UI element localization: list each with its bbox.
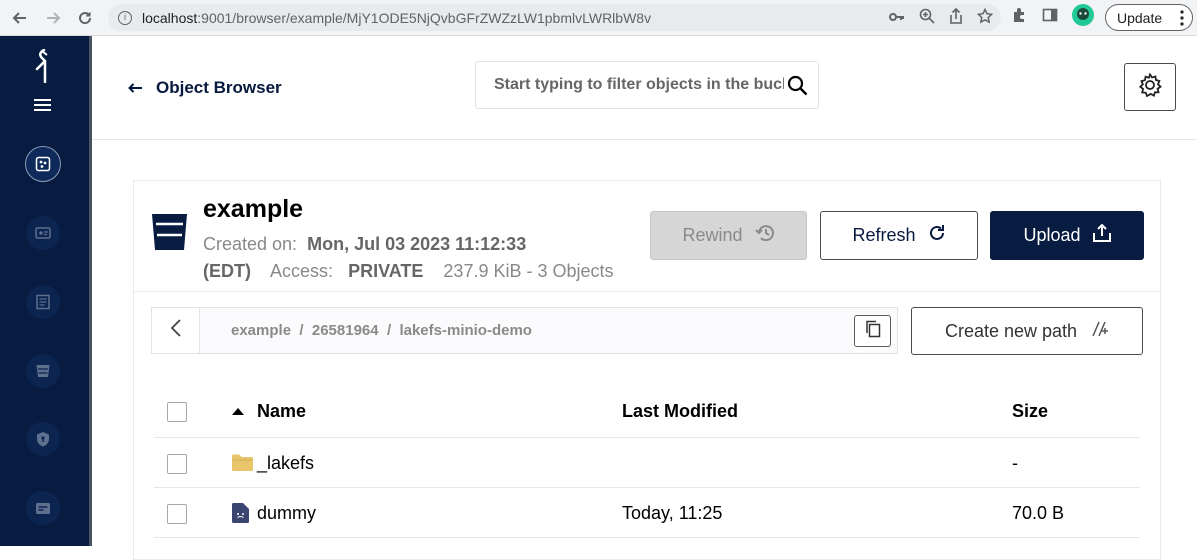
object-size: - — [1012, 453, 1018, 473]
policies-icon[interactable] — [26, 422, 60, 456]
created-label: Created on: — [203, 234, 298, 254]
update-button[interactable]: Update — [1105, 4, 1193, 31]
buckets-icon[interactable] — [26, 354, 60, 388]
settings-button[interactable] — [1124, 63, 1176, 111]
column-header-name[interactable]: Name — [257, 401, 306, 422]
table-header-row: Name Last Modified Size — [154, 386, 1140, 438]
row-checkbox[interactable] — [167, 504, 187, 524]
address-bar[interactable]: i localhost:9001/browser/example/MjY1ODE… — [108, 4, 1001, 31]
create-path-label: Create new path — [944, 320, 1078, 341]
access-label: Access: — [270, 261, 334, 281]
refresh-icon — [928, 224, 946, 247]
access-keys-icon[interactable] — [26, 216, 60, 250]
column-header-size[interactable]: Size — [1012, 401, 1048, 422]
breadcrumb-path[interactable]: example / 26581964 / lakefs-minio-demo — [231, 322, 532, 339]
new-path-icon — [1091, 321, 1109, 342]
key-icon[interactable] — [889, 10, 905, 26]
page-title: Object Browser — [156, 78, 282, 97]
filter-search-box[interactable] — [475, 61, 819, 109]
menu-icon[interactable] — [34, 98, 51, 116]
object-name[interactable]: _lakefs — [257, 453, 314, 474]
upload-icon — [1092, 223, 1111, 247]
select-all-checkbox[interactable] — [167, 402, 187, 422]
object-size: 70.0 B — [1012, 503, 1065, 523]
info-icon[interactable]: i — [118, 10, 132, 25]
chevron-left-icon — [170, 319, 181, 342]
forward-arrow-icon[interactable] — [42, 7, 64, 29]
url-host: localhost — [142, 9, 198, 26]
object-browser-icon[interactable] — [25, 146, 61, 182]
rewind-label: Rewind — [682, 225, 743, 245]
bucket-icon — [151, 213, 188, 256]
upload-label: Upload — [1023, 225, 1081, 245]
reload-icon[interactable] — [74, 7, 96, 29]
sort-ascending-icon[interactable] — [232, 408, 244, 415]
column-header-last-modified[interactable]: Last Modified — [622, 401, 738, 422]
timezone: (EDT) — [203, 261, 251, 281]
sidebar — [0, 36, 92, 546]
update-label: Update — [1117, 9, 1163, 26]
side-panel-icon[interactable] — [1042, 7, 1058, 28]
bucket-summary: 237.9 KiB - 3 Objects — [443, 261, 614, 281]
row-checkbox[interactable] — [167, 454, 187, 474]
bucket-card: example Created on: Mon, Jul 03 2023 11:… — [133, 180, 1161, 560]
table-row[interactable]: _lakefs - — [154, 438, 1140, 488]
history-icon — [754, 224, 775, 247]
bucket-metadata: Created on: Mon, Jul 03 2023 11:12:33 (E… — [203, 231, 643, 285]
folder-icon — [232, 454, 253, 476]
create-new-path-button[interactable]: Create new path — [911, 307, 1143, 355]
refresh-label: Refresh — [852, 225, 916, 245]
breadcrumb: example / 26581964 / lakefs-minio-demo — [151, 307, 898, 354]
share-icon[interactable] — [949, 7, 963, 27]
access-value: PRIVATE — [348, 261, 424, 281]
search-icon[interactable] — [787, 75, 808, 101]
bookmark-star-icon[interactable] — [976, 7, 994, 27]
object-browser-back-link[interactable]: Object Browser — [128, 78, 282, 98]
rewind-button[interactable]: Rewind — [650, 211, 807, 260]
zoom-icon[interactable] — [919, 8, 935, 27]
gear-icon — [1137, 71, 1163, 103]
upload-button[interactable]: Upload — [990, 211, 1144, 260]
url-path: :9001/browser/example/MjY1ODE5NjQvbGFrZW… — [197, 9, 652, 26]
minio-logo-icon[interactable] — [33, 48, 53, 88]
table-row[interactable]: dummy Today, 11:25 70.0 B — [154, 488, 1140, 538]
bucket-info-panel: example Created on: Mon, Jul 03 2023 11:… — [134, 181, 1160, 292]
path-back-button[interactable] — [152, 308, 200, 353]
objects-table: Name Last Modified Size _lakefs - dummy … — [154, 386, 1140, 538]
copy-path-button[interactable] — [854, 315, 891, 347]
file-icon — [232, 503, 249, 528]
back-arrow-icon[interactable] — [9, 7, 31, 29]
more-vertical-icon[interactable] — [1180, 10, 1184, 29]
identity-icon[interactable] — [26, 491, 60, 525]
object-modified: Today, 11:25 — [622, 503, 723, 523]
extensions-puzzle-icon[interactable] — [1012, 7, 1028, 28]
bucket-name: example — [203, 195, 304, 223]
filter-objects-input[interactable] — [494, 76, 784, 94]
object-name[interactable]: dummy — [257, 503, 316, 524]
browser-toolbar: i localhost:9001/browser/example/MjY1ODE… — [0, 0, 1197, 36]
page-header: Object Browser — [92, 36, 1197, 140]
profile-avatar-icon[interactable] — [1072, 4, 1094, 31]
created-value: Mon, Jul 03 2023 11:12:33 — [307, 234, 527, 254]
copy-icon — [865, 320, 881, 343]
documentation-icon[interactable] — [26, 285, 60, 319]
refresh-button[interactable]: Refresh — [820, 211, 978, 260]
back-arrow-icon — [128, 78, 142, 98]
